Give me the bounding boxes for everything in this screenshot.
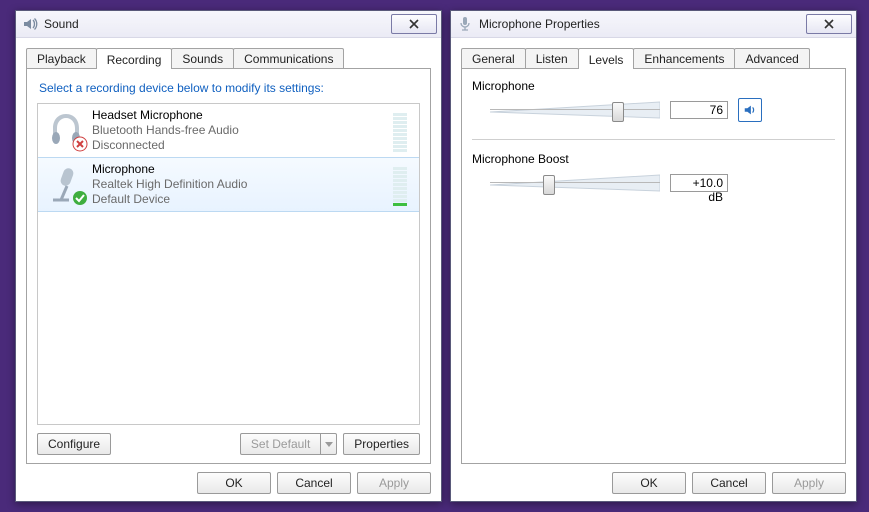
device-text: MicrophoneRealtek High Definition AudioD… [92, 162, 387, 207]
sound-window: Sound PlaybackRecordingSoundsCommunicati… [15, 10, 442, 502]
sound-titlebar[interactable]: Sound [16, 11, 441, 38]
ok-button[interactable]: OK [612, 472, 686, 494]
configure-button[interactable]: Configure [37, 433, 111, 455]
mic-titlebar[interactable]: Microphone Properties [451, 11, 856, 38]
tab-sounds[interactable]: Sounds [171, 48, 234, 68]
close-icon [824, 19, 834, 29]
tab-playback[interactable]: Playback [26, 48, 97, 68]
mic-dialog-footer: OK Cancel Apply [461, 464, 846, 494]
mic-boost-value: +10.0 dB [670, 174, 728, 192]
properties-button[interactable]: Properties [343, 433, 420, 455]
mic-tabs: GeneralListenLevelsEnhancementsAdvanced [461, 46, 846, 68]
tab-levels[interactable]: Levels [578, 48, 635, 69]
mic-level-label: Microphone [472, 79, 835, 93]
ok-button[interactable]: OK [197, 472, 271, 494]
instruction-text: Select a recording device below to modif… [39, 81, 418, 95]
mic-boost-label: Microphone Boost [472, 152, 835, 166]
speaker-on-icon [743, 103, 757, 117]
tab-listen[interactable]: Listen [525, 48, 579, 68]
cancel-button[interactable]: Cancel [692, 472, 766, 494]
tab-enhancements[interactable]: Enhancements [633, 48, 735, 68]
tab-general[interactable]: General [461, 48, 526, 68]
level-meter [393, 162, 413, 206]
close-button[interactable] [806, 14, 852, 34]
slider-fan-icon [490, 173, 660, 193]
chevron-down-icon [325, 442, 333, 447]
cancel-button[interactable]: Cancel [277, 472, 351, 494]
microphone-icon [457, 16, 473, 32]
device-item[interactable]: MicrophoneRealtek High Definition AudioD… [37, 157, 420, 212]
sound-dialog-footer: OK Cancel Apply [26, 464, 431, 494]
device-list[interactable]: Headset MicrophoneBluetooth Hands-free A… [37, 103, 420, 425]
pane-footer: Configure Set Default Properties [37, 433, 420, 455]
separator [472, 139, 835, 140]
headset-icon [44, 108, 88, 152]
device-text: Headset MicrophoneBluetooth Hands-free A… [92, 108, 387, 153]
set-default-button[interactable]: Set Default [240, 433, 321, 455]
mic-boost-group: Microphone Boost +10.0 dB [472, 152, 835, 196]
microphone-stand-icon [44, 162, 88, 206]
mute-toggle-button[interactable] [738, 98, 762, 122]
mic-boost-slider[interactable] [490, 170, 660, 196]
slider-thumb[interactable] [543, 175, 555, 195]
set-default-split-button[interactable]: Set Default [240, 433, 337, 455]
tab-advanced[interactable]: Advanced [734, 48, 809, 68]
apply-button[interactable]: Apply [772, 472, 846, 494]
mic-level-group: Microphone 76 [472, 79, 835, 123]
close-button[interactable] [391, 14, 437, 34]
mic-title: Microphone Properties [479, 17, 806, 31]
mic-level-slider[interactable] [490, 97, 660, 123]
level-meter [393, 108, 413, 152]
sound-tabs: PlaybackRecordingSoundsCommunications [26, 46, 431, 68]
tab-communications[interactable]: Communications [233, 48, 344, 68]
slider-fan-icon [490, 100, 660, 120]
recording-pane: Select a recording device below to modif… [26, 68, 431, 464]
set-default-dropdown[interactable] [321, 433, 337, 455]
close-icon [409, 19, 419, 29]
device-item[interactable]: Headset MicrophoneBluetooth Hands-free A… [38, 104, 419, 158]
sound-title: Sound [44, 17, 391, 31]
apply-button[interactable]: Apply [357, 472, 431, 494]
mic-level-value: 76 [670, 101, 728, 119]
tab-recording[interactable]: Recording [96, 48, 173, 69]
speaker-icon [22, 16, 38, 32]
levels-pane: Microphone 76 [461, 68, 846, 464]
mic-properties-window: Microphone Properties GeneralListenLevel… [450, 10, 857, 502]
slider-thumb[interactable] [612, 102, 624, 122]
